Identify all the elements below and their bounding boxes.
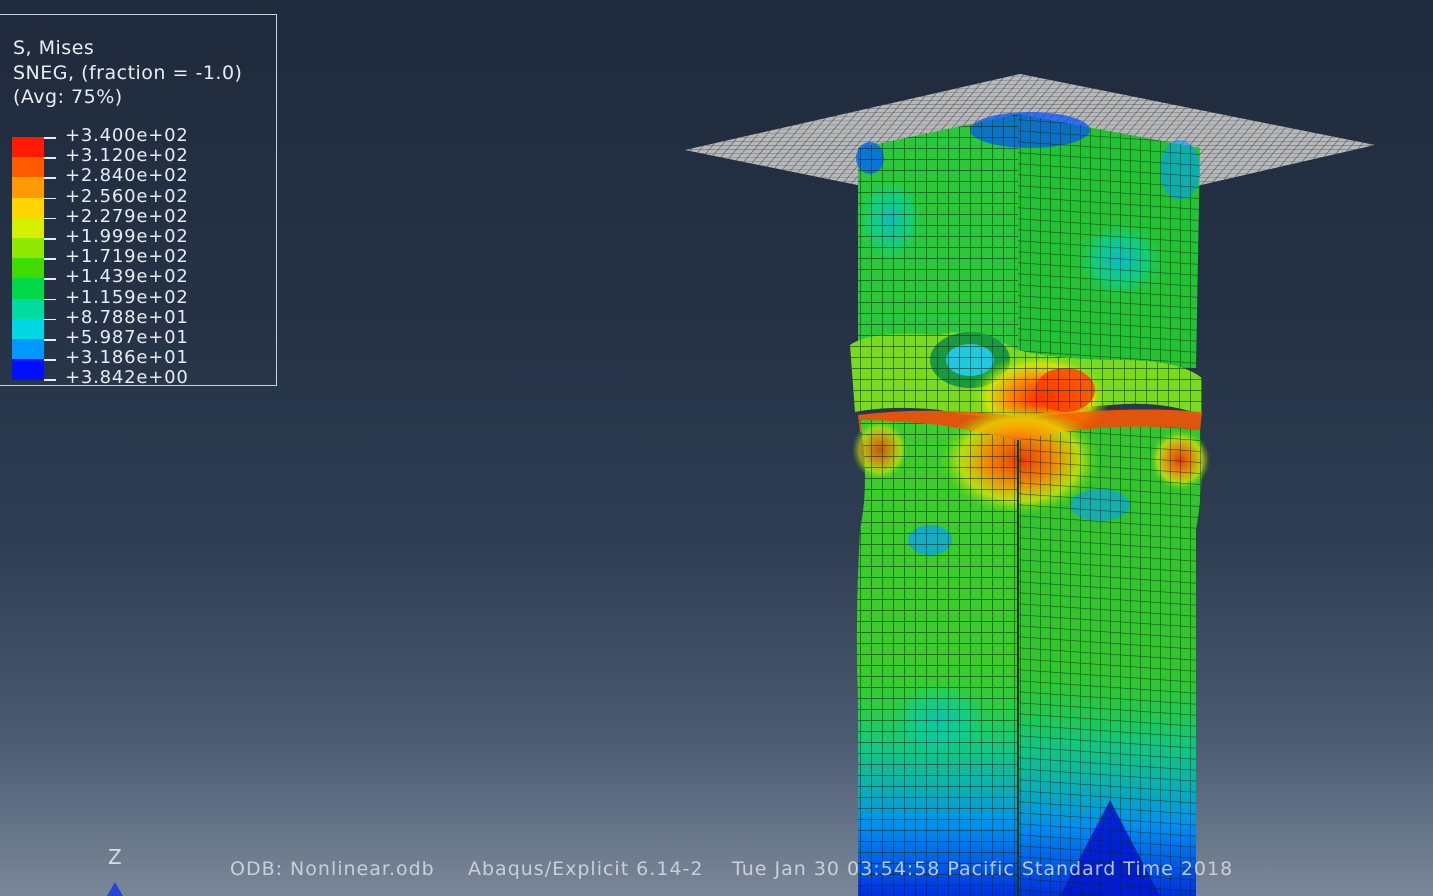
legend-level-label: +1.159e+02 xyxy=(65,286,189,308)
legend-tick xyxy=(44,318,56,321)
legend-swatch xyxy=(12,157,44,178)
legend-level-label: +1.719e+02 xyxy=(65,246,189,268)
legend-tick xyxy=(44,137,56,139)
legend-tick xyxy=(44,197,56,200)
legend-title-section: SNEG, (fraction = -1.0) xyxy=(13,62,243,84)
column-upper xyxy=(855,112,1200,368)
legend-color-scale xyxy=(12,137,56,383)
legend-tick xyxy=(44,339,56,341)
legend-level-label: +1.439e+02 xyxy=(65,266,189,288)
legend-swatch xyxy=(12,318,44,340)
legend-level-label: +2.560e+02 xyxy=(65,185,189,207)
status-solver: Abaqus/Explicit 6.14-2 xyxy=(468,858,704,880)
legend-level-label: +3.842e+00 xyxy=(65,367,189,389)
legend-tick xyxy=(44,217,56,220)
legend-title-variable: S, Mises xyxy=(13,37,95,59)
legend-level-label: +3.120e+02 xyxy=(65,145,189,167)
legend-level-label: +2.840e+02 xyxy=(65,165,189,187)
legend-tick xyxy=(44,258,56,260)
legend-level-label: +2.279e+02 xyxy=(65,205,189,227)
status-timestamp: Tue Jan 30 03:54:58 Pacific Standard Tim… xyxy=(732,858,1234,880)
legend-swatch xyxy=(12,238,44,259)
triad-z-label: Z xyxy=(108,845,122,869)
legend-tick xyxy=(44,157,56,159)
abaqus-viewport[interactable]: S, Mises SNEG, (fraction = -1.0) (Avg: 7… xyxy=(0,0,1433,896)
fem-model-render[interactable] xyxy=(640,60,1400,896)
legend-swatch xyxy=(12,177,44,198)
legend-swatch xyxy=(12,137,44,158)
legend-tick xyxy=(44,177,56,179)
legend-title-averaging: (Avg: 75%) xyxy=(13,86,123,108)
legend-tick xyxy=(44,278,56,280)
legend-tick xyxy=(44,359,56,361)
legend-swatch xyxy=(12,258,44,279)
legend-swatch xyxy=(12,217,44,239)
legend-swatch xyxy=(12,278,44,299)
legend-tick xyxy=(44,379,56,381)
triad-z-arrow-icon xyxy=(107,882,123,896)
legend-level-label: +3.186e+01 xyxy=(65,347,189,369)
legend-level-label: +3.400e+02 xyxy=(65,125,189,146)
legend-level-label: +1.999e+02 xyxy=(65,226,189,247)
legend-swatch xyxy=(12,197,44,219)
legend-swatch xyxy=(12,298,44,320)
legend-level-label: +8.788e+01 xyxy=(65,306,189,328)
legend-tick xyxy=(44,238,56,240)
stress-legend: S, Mises SNEG, (fraction = -1.0) (Avg: 7… xyxy=(0,14,277,389)
legend-swatch xyxy=(12,339,44,360)
legend-tick xyxy=(44,298,56,301)
legend-swatch xyxy=(12,359,44,380)
legend-level-label: +5.987e+01 xyxy=(65,327,189,348)
status-odb: ODB: Nonlinear.odb xyxy=(230,858,435,880)
column-lower xyxy=(852,405,1210,896)
